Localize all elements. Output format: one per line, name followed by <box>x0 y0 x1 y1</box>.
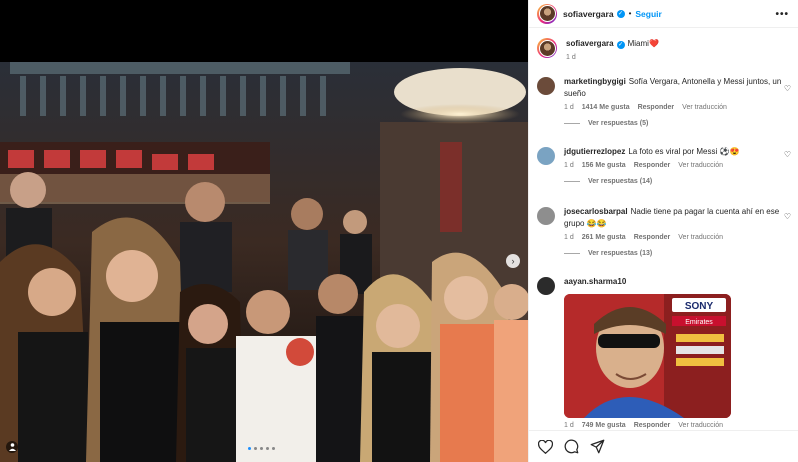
heart-outline-icon[interactable] <box>537 439 553 455</box>
caption-verified-icon: ✓ <box>616 41 625 49</box>
gif-image: SONY Emirates <box>564 294 731 418</box>
comment-text: aayan.sharma10 <box>564 276 790 288</box>
view-replies-button[interactable]: Ver respuestas (5) <box>564 120 790 127</box>
comment-age: 1 d <box>564 234 574 241</box>
comment-reply-button[interactable]: Responder <box>634 162 671 169</box>
commenter-avatar[interactable] <box>537 207 555 225</box>
author-avatar[interactable] <box>537 3 557 24</box>
comment-age: 1 d <box>564 422 574 429</box>
comment-text: jdgutierrezlopez La foto es viral por Mes… <box>564 146 790 158</box>
follow-button[interactable]: Seguir <box>635 9 661 19</box>
comment-text: josecarlosbarpal Nadie tiene pa pagar la … <box>564 206 790 230</box>
post-side-panel: sofiavergara ✓ • Seguir ••• sofiavergara… <box>528 0 798 462</box>
caption-avatar[interactable] <box>537 38 557 58</box>
comments-list[interactable]: sofiavergara ✓ Miami❤️ 1 d marketingbygigi… <box>529 34 798 430</box>
carousel-dots <box>248 447 275 450</box>
tagged-users-icon[interactable] <box>6 441 18 453</box>
comment-likes[interactable]: 156 Me gusta <box>582 162 626 169</box>
comment-meta: 1 d 1414 Me gusta Responder Ver traducci… <box>564 104 790 111</box>
comment-item: jdgutierrezlopez La foto es viral por Mes… <box>537 146 790 185</box>
comment-reply-button[interactable]: Responder <box>634 234 671 241</box>
carousel-dot <box>266 447 269 450</box>
caption-body: Miami <box>627 39 649 48</box>
comment-item: marketingbygigi Sofía Vergara, Antonella … <box>537 76 790 127</box>
post-actions <box>529 430 798 462</box>
post-caption: sofiavergara ✓ Miami❤️ 1 d <box>537 38 792 61</box>
comment-username[interactable]: marketingbygigi <box>564 77 626 86</box>
view-replies-button[interactable]: Ver respuestas (13) <box>564 250 790 257</box>
comment-username[interactable]: aayan.sharma10 <box>564 277 626 286</box>
caption-meta: 1 d <box>566 54 792 61</box>
caption-age: 1 d <box>566 54 576 61</box>
comment-text: marketingbygigi Sofía Vergara, Antonella … <box>564 76 790 100</box>
comment-translate-button[interactable]: Ver traducción <box>678 234 723 241</box>
header-separator: • <box>628 9 632 18</box>
verified-badge-icon: ✓ <box>616 9 625 18</box>
caption-heart-emoji: ❤️ <box>648 39 659 48</box>
view-replies-button[interactable]: Ver respuestas (14) <box>564 178 790 185</box>
comment-likes[interactable]: 261 Me gusta <box>582 234 626 241</box>
group-photo <box>0 62 528 462</box>
comment-username[interactable]: josecarlosbarpal <box>564 207 628 216</box>
comment-meta: 1 d 261 Me gusta Responder Ver traducció… <box>564 234 790 241</box>
caption-username[interactable]: sofiavergara <box>566 39 614 48</box>
comment-age: 1 d <box>564 162 574 169</box>
carousel-dot <box>248 447 251 450</box>
comment-meta: 1 d 156 Me gusta Responder Ver traducció… <box>564 162 790 169</box>
comment-item: josecarlosbarpal Nadie tiene pa pagar la … <box>537 206 790 257</box>
comment-reply-button[interactable]: Responder <box>638 104 675 111</box>
carousel-dot <box>260 447 263 450</box>
paper-plane-icon[interactable] <box>589 439 605 455</box>
comment-likes[interactable]: 749 Me gusta <box>582 422 626 429</box>
comment-translate-button[interactable]: Ver traducción <box>678 422 723 429</box>
more-options-icon[interactable]: ••• <box>775 9 789 20</box>
comment-like-icon[interactable]: ♡ <box>784 150 791 159</box>
post-media[interactable]: › <box>0 0 528 462</box>
comment-username[interactable]: jdgutierrezlopez <box>564 147 625 156</box>
comment-like-icon[interactable]: ♡ <box>784 84 791 93</box>
comment-gif[interactable]: SONY Emirates <box>564 294 731 418</box>
gif-sponsor-text: Emirates <box>685 319 713 326</box>
comment-like-icon[interactable]: ♡ <box>784 212 791 221</box>
gif-banner-text: SONY <box>685 301 714 312</box>
comment-translate-button[interactable]: Ver traducción <box>682 104 727 111</box>
comment-age: 1 d <box>564 104 574 111</box>
comment-body: La foto es viral por Messi ⚽😍 <box>628 147 740 156</box>
caption-text: sofiavergara ✓ Miami❤️ <box>566 38 792 50</box>
comment-translate-button[interactable]: Ver traducción <box>678 162 723 169</box>
comment-likes[interactable]: 1414 Me gusta <box>582 104 630 111</box>
comment-bubble-icon[interactable] <box>563 439 579 455</box>
carousel-dot <box>272 447 275 450</box>
comment-reply-button[interactable]: Responder <box>634 422 671 429</box>
carousel-next-button[interactable]: › <box>506 254 520 268</box>
author-username[interactable]: sofiavergara <box>563 9 614 19</box>
commenter-avatar[interactable] <box>537 77 555 95</box>
comment-meta: 1 d 749 Me gusta Responder Ver traducció… <box>564 422 790 429</box>
commenter-avatar[interactable] <box>537 277 555 295</box>
comment-item: aayan.sharma10 SONY Emirates 1 d 749 Me … <box>537 276 790 429</box>
post-header: sofiavergara ✓ • Seguir ••• <box>529 0 798 28</box>
commenter-avatar[interactable] <box>537 147 555 165</box>
carousel-dot <box>254 447 257 450</box>
